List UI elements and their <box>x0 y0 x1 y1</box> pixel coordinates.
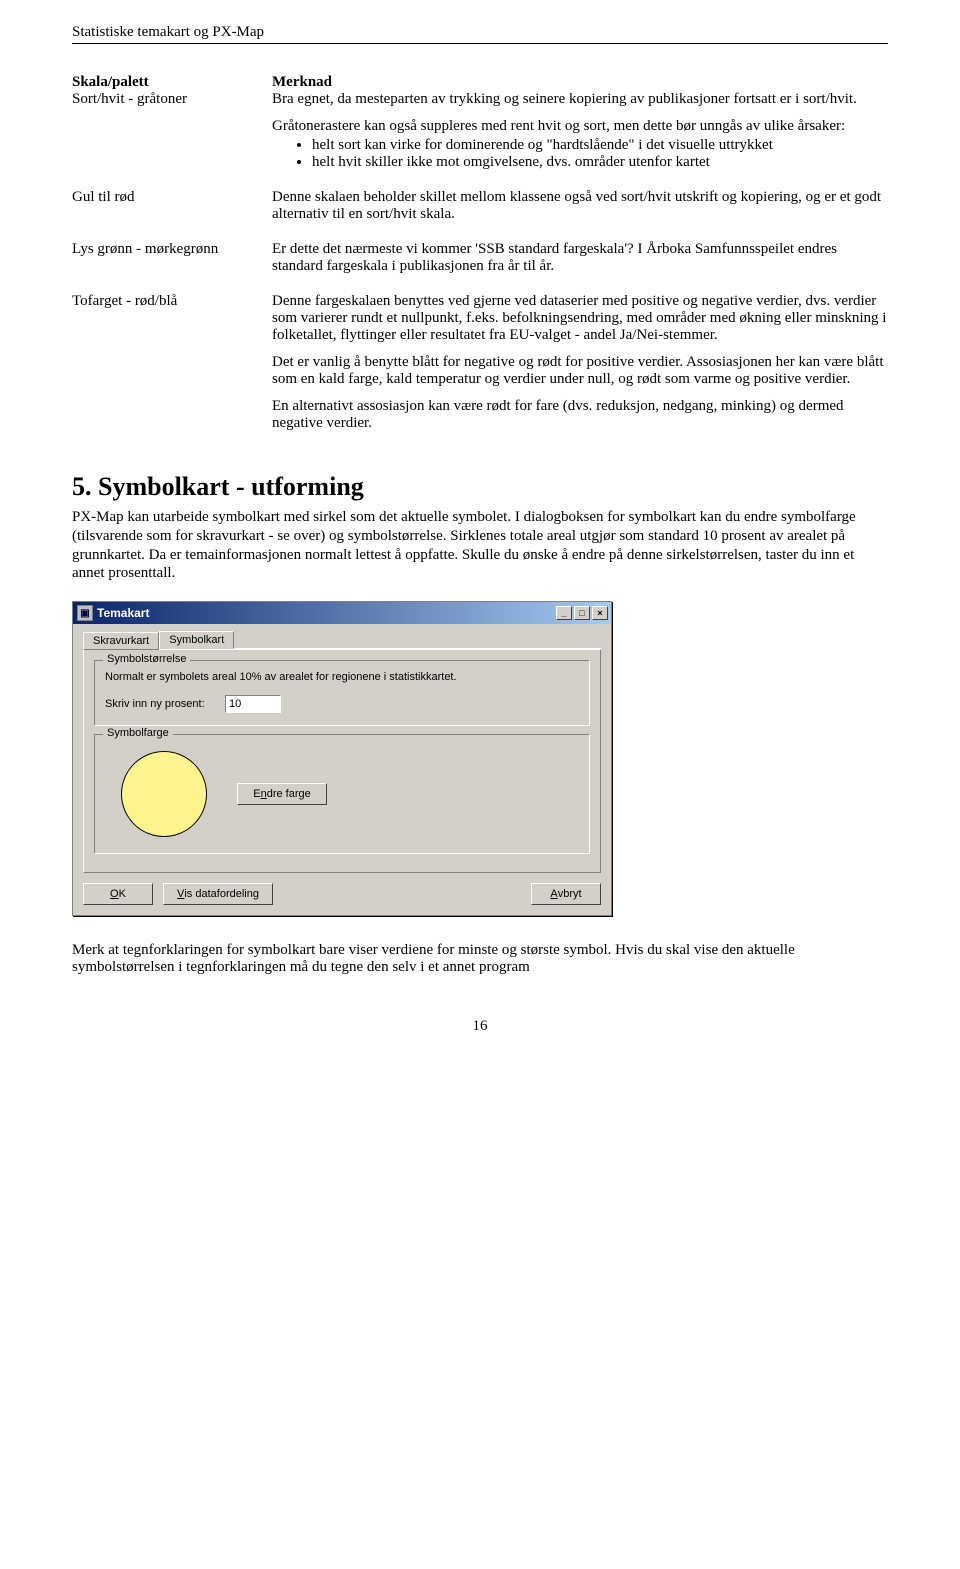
change-color-button[interactable]: Endre farge <box>237 783 327 805</box>
minimize-button[interactable]: _ <box>556 606 572 620</box>
group-symbolstorrelse: Symbolstørrelse Normalt er symbolets are… <box>94 660 590 726</box>
table-row: Sort/hvit - gråtoner Bra egnet, da meste… <box>72 91 888 171</box>
body-text: Denne skalaen beholder skillet mellom kl… <box>272 189 888 223</box>
section-heading: 5. Symbolkart - utforming <box>72 472 888 502</box>
percent-input[interactable] <box>225 695 281 713</box>
dialog-title: Temakart <box>97 606 149 620</box>
group-note: Normalt er symbolets areal 10% av areale… <box>105 671 579 683</box>
col-header-left: Skala/palett <box>72 74 272 91</box>
table-header-row: Skala/palett Merknad <box>72 74 888 91</box>
body-text: Gråtonerastere kan også suppleres med re… <box>272 118 888 135</box>
temakart-dialog: ▣ Temakart _ □ × Skravurkart Symbolkart … <box>72 601 612 916</box>
ok-button[interactable]: OK <box>83 883 153 905</box>
row-label: Tofarget - rød/blå <box>72 293 272 432</box>
section-paragraph: PX-Map kan utarbeide symbolkart med sirk… <box>72 508 888 583</box>
col-header-right: Merknad <box>272 74 888 91</box>
bullet-item: helt sort kan virke for dominerende og "… <box>312 137 888 154</box>
body-text: Bra egnet, da mesteparten av trykking og… <box>272 91 888 108</box>
color-preview-circle <box>121 751 207 837</box>
body-text: En alternativt assosiasjon kan være rødt… <box>272 398 888 432</box>
tab-skravurkart[interactable]: Skravurkart <box>83 632 159 650</box>
app-icon: ▣ <box>77 605 93 621</box>
group-symbolfarge: Symbolfarge Endre farge <box>94 734 590 854</box>
percent-label: Skriv inn ny prosent: <box>105 698 225 710</box>
body-text: Er dette det nærmeste vi kommer 'SSB sta… <box>272 241 888 275</box>
show-data-distribution-button[interactable]: Vis datafordeling <box>163 883 273 905</box>
cancel-button[interactable]: Avbryt <box>531 883 601 905</box>
row-label: Gul til rød <box>72 189 272 223</box>
body-text: Det er vanlig å benytte blått for negati… <box>272 354 888 388</box>
dialog-titlebar[interactable]: ▣ Temakart _ □ × <box>73 602 611 624</box>
group-title: Symbolfarge <box>103 727 173 739</box>
group-title: Symbolstørrelse <box>103 653 190 665</box>
document-header: Statistiske temakart og PX-Map <box>72 24 888 44</box>
tab-symbolkart[interactable]: Symbolkart <box>159 631 234 649</box>
page-number: 16 <box>72 1018 888 1035</box>
after-dialog-text: Merk at tegnforklaringen for symbolkart … <box>72 942 888 976</box>
body-text: Denne fargeskalaen benyttes ved gjerne v… <box>272 293 888 344</box>
bullet-item: helt hvit skiller ikke mot omgivelsene, … <box>312 154 888 171</box>
row-label: Lys grønn - mørkegrønn <box>72 241 272 275</box>
table-row: Tofarget - rød/blå Denne fargeskalaen be… <box>72 293 888 432</box>
table-row: Lys grønn - mørkegrønn Er dette det nærm… <box>72 241 888 275</box>
row-label: Sort/hvit - gråtoner <box>72 91 272 171</box>
table-row: Gul til rød Denne skalaen beholder skill… <box>72 189 888 223</box>
maximize-button[interactable]: □ <box>574 606 590 620</box>
close-button[interactable]: × <box>592 606 608 620</box>
